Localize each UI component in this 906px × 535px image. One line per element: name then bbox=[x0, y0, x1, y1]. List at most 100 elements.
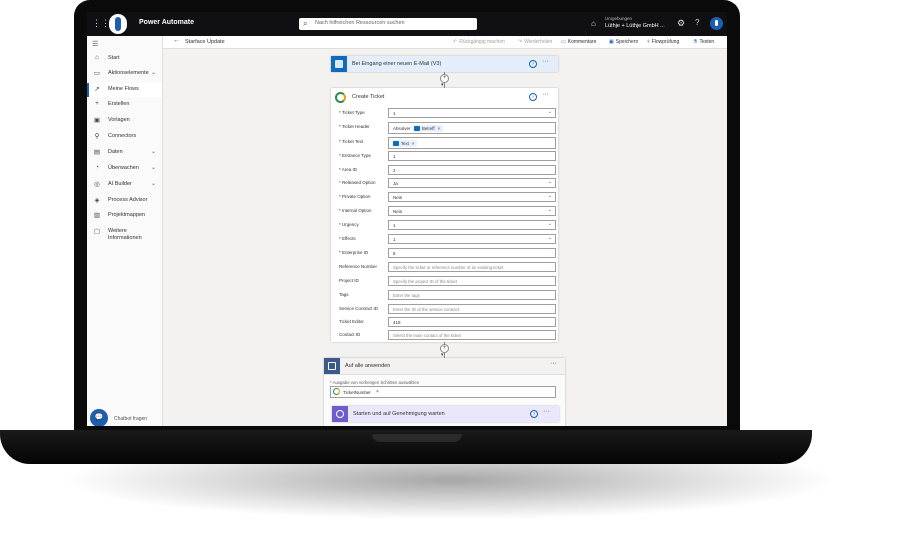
field-label: Service Contract ID bbox=[339, 306, 379, 311]
undo-button[interactable]: ↶ Rückgängig machen bbox=[453, 39, 505, 45]
ticket-header-field[interactable]: Absolver Betreff × bbox=[388, 122, 556, 134]
search-box[interactable]: ⌕ Nach hilfreichen Ressourcen suchen bbox=[299, 18, 477, 30]
field-value: 1 bbox=[393, 153, 396, 159]
flow-icon: ↗ bbox=[94, 86, 100, 93]
more-options-icon[interactable]: ··· bbox=[542, 58, 549, 65]
tags-field[interactable]: Enter the tags bbox=[388, 290, 556, 300]
private-option-dropdown[interactable]: Nein ⌄ bbox=[388, 192, 556, 202]
sidebar-item-meine-flows[interactable]: ↗ Meine Flows bbox=[87, 83, 162, 97]
sidebar-item-label: Process Advisor bbox=[108, 197, 148, 203]
project-id-field[interactable]: Specify the project ID of the ticket bbox=[388, 276, 556, 286]
field-label: Reference Number bbox=[339, 264, 378, 269]
more-options-icon[interactable]: ··· bbox=[543, 408, 550, 415]
select-output-label: * Ausgabe von vorherigen Schritten auswä… bbox=[330, 380, 420, 385]
sidebar-item-projektmappen[interactable]: ▥ Projektmappen bbox=[87, 209, 162, 223]
save-icon: ▣ bbox=[609, 39, 614, 45]
sidebar-item-label: Überwachen bbox=[108, 165, 139, 171]
search-placeholder: Nach hilfreichen Ressourcen suchen bbox=[315, 20, 405, 26]
solutions-icon: ▥ bbox=[93, 212, 101, 219]
sidebar-item-vorlagen[interactable]: ▣ Vorlagen bbox=[87, 114, 162, 128]
back-arrow-icon[interactable]: ← bbox=[173, 37, 180, 44]
sidebar: ☰ ⌂ Start ▭ Aktionselemente ⌄ ↗ Meine Fl… bbox=[87, 36, 163, 426]
flow-checker-button[interactable]: ⚕ Flowprüfung bbox=[647, 39, 679, 45]
sidebar-item-label: Weitere Informationen bbox=[108, 228, 142, 241]
ticket-type-dropdown[interactable]: 1 ⌄ bbox=[388, 108, 556, 118]
info-icon[interactable]: ? bbox=[529, 93, 537, 101]
token-betreff[interactable]: Betreff × bbox=[413, 124, 444, 132]
hamburger-icon[interactable]: ☰ bbox=[92, 40, 98, 48]
area-id-field[interactable]: 2 bbox=[388, 165, 556, 175]
chevron-down-icon: ⌄ bbox=[547, 109, 552, 115]
chatbot-label[interactable]: Chatbot fragen bbox=[114, 416, 147, 422]
field-label: * Enterprise ID bbox=[339, 250, 369, 255]
command-bar: ← Starface Update ↶ Rückgängig machen ↷ Wi… bbox=[163, 36, 727, 49]
sidebar-item-ueberwachen[interactable]: ◔ Überwachen ⌄ bbox=[87, 162, 162, 176]
top-bar: ⋮⋮⋮ Power Automate ⌕ Nach hilfreichen Re… bbox=[87, 12, 727, 36]
field-label: Ticket Editor bbox=[339, 319, 364, 324]
chevron-down-icon: ⌄ bbox=[151, 165, 157, 171]
field-placeholder: Enter the ID of the service contract bbox=[393, 306, 460, 312]
contact-id-field[interactable]: Select the main contact of the ticket bbox=[388, 330, 556, 340]
redo-button[interactable]: ↷ Wiederholen bbox=[518, 39, 552, 45]
comment-icon: ▭ bbox=[561, 39, 566, 45]
field-label: * Urgency bbox=[339, 222, 359, 227]
apply-to-each-card[interactable]: Auf alle anwenden ··· * Ausgabe von vorh… bbox=[324, 358, 565, 426]
sidebar-item-aktionselemente[interactable]: ▭ Aktionselemente ⌄ bbox=[87, 67, 162, 81]
field-label: * Area ID bbox=[339, 167, 358, 172]
released-option-dropdown[interactable]: Ja ⌄ bbox=[388, 178, 556, 188]
gear-icon[interactable]: ⚙ bbox=[677, 18, 685, 29]
urgency-dropdown[interactable]: 1 ⌄ bbox=[388, 220, 556, 230]
laptop-notch bbox=[372, 434, 462, 442]
close-icon[interactable]: × bbox=[412, 141, 415, 146]
sidebar-item-connectors[interactable]: ⚲ Connectors bbox=[87, 130, 162, 144]
app-launcher-icon[interactable]: ⋮⋮⋮ bbox=[92, 18, 119, 28]
trigger-card[interactable]: Bei Eingang einer neuen E-Mail (V3) ? ··… bbox=[331, 56, 558, 72]
select-output-field[interactable]: TicketNumber × bbox=[330, 386, 556, 398]
effects-dropdown[interactable]: 1 ⌄ bbox=[388, 234, 556, 244]
approval-icon bbox=[332, 406, 348, 422]
reference-number-field[interactable]: Specify the ticket or reference number o… bbox=[388, 262, 556, 272]
environment-value[interactable]: Lüthje + Lüthje GmbH ... bbox=[605, 23, 665, 29]
internal-option-dropdown[interactable]: Nein ⌄ bbox=[388, 206, 556, 216]
field-value: 1 bbox=[393, 236, 396, 242]
help-icon[interactable]: ? bbox=[695, 18, 699, 27]
token-text[interactable]: Text × bbox=[392, 139, 418, 147]
undo-icon: ↶ bbox=[453, 39, 458, 45]
close-icon[interactable]: × bbox=[438, 126, 441, 131]
close-icon[interactable]: × bbox=[376, 389, 379, 395]
service-contract-id-field[interactable]: Enter the ID of the service contract bbox=[388, 304, 556, 314]
field-label: * Released Option bbox=[339, 180, 376, 185]
approval-card[interactable]: Starten und auf Genehmigung warten ? ··· bbox=[332, 406, 559, 422]
enterprise-id-field[interactable]: 5 bbox=[388, 248, 556, 258]
sidebar-item-process-advisor[interactable]: ◈ Process Advisor bbox=[87, 194, 162, 208]
entrance-type-field[interactable]: 1 bbox=[388, 151, 556, 161]
more-options-icon[interactable]: ··· bbox=[542, 91, 549, 98]
token-label[interactable]: TicketNumber bbox=[343, 390, 371, 395]
info-icon[interactable]: ? bbox=[529, 60, 537, 68]
field-placeholder: Enter the tags bbox=[393, 292, 420, 298]
field-value: 1 bbox=[393, 110, 396, 116]
chevron-down-icon: ⌄ bbox=[151, 181, 157, 187]
sidebar-item-erstellen[interactable]: + Erstellen bbox=[87, 98, 162, 112]
comments-button[interactable]: ▭ Kommentare bbox=[561, 39, 596, 45]
more-options-icon[interactable]: ··· bbox=[550, 360, 557, 367]
sidebar-item-daten[interactable]: ▤ Daten ⌄ bbox=[87, 146, 162, 160]
test-button[interactable]: ⚗ Testen bbox=[693, 39, 714, 45]
save-button[interactable]: ▣ Speichern bbox=[609, 39, 638, 45]
chevron-down-icon: ⌄ bbox=[547, 193, 552, 199]
field-label: Tags bbox=[339, 292, 349, 297]
field-label: * Internal Option bbox=[339, 208, 372, 213]
screen: ⋮⋮⋮ Power Automate ⌕ Nach hilfreichen Re… bbox=[87, 12, 727, 426]
sidebar-item-ai-builder[interactable]: ◎ AI Builder ⌄ bbox=[87, 178, 162, 192]
ticket-text-field[interactable]: Text × bbox=[388, 137, 556, 149]
chatbot-icon[interactable]: 💬 bbox=[90, 409, 108, 426]
sidebar-item-weitere-informationen[interactable]: ▢ Weitere Informationen bbox=[87, 225, 162, 245]
info-icon[interactable]: ? bbox=[530, 410, 538, 418]
sidebar-item-label: AI Builder bbox=[108, 181, 132, 187]
sidebar-item-start[interactable]: ⌂ Start bbox=[87, 52, 162, 66]
clipboard-icon: ▭ bbox=[93, 70, 101, 77]
avatar[interactable] bbox=[710, 17, 723, 30]
create-ticket-card[interactable]: Create Ticket ? ··· * Ticket Type 1 ⌄ * T… bbox=[331, 88, 558, 342]
ticket-editor-field[interactable]: 418 bbox=[388, 317, 556, 327]
sidebar-item-label: Start bbox=[108, 55, 120, 61]
